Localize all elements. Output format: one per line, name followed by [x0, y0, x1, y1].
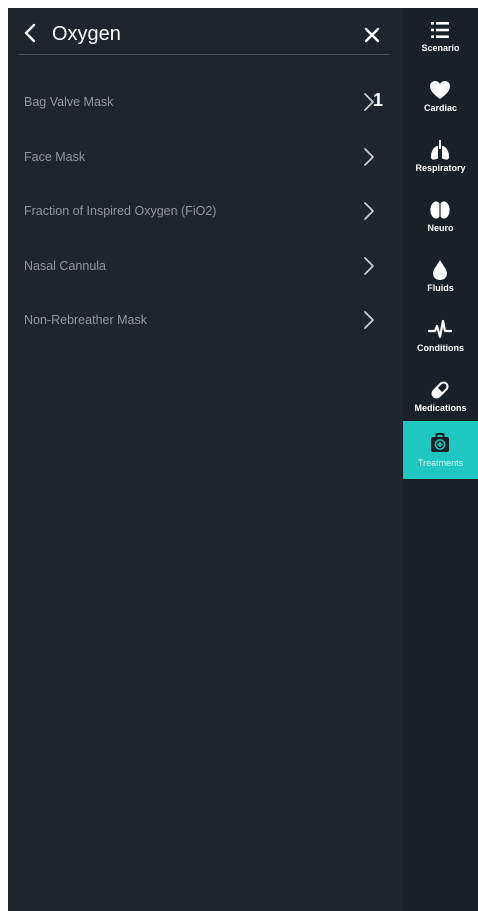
sidebar-item-medications[interactable]: Medications	[403, 370, 478, 428]
list-item-label: Face Mask	[24, 149, 86, 164]
sidebar-item-label: Treatments	[417, 458, 464, 468]
close-icon[interactable]	[363, 26, 381, 44]
list-item-label: Nasal Cannula	[24, 258, 106, 273]
chevron-right-icon	[364, 147, 374, 166]
sidebar-item-label: Medications	[414, 403, 467, 413]
oxygen-treatment-list: Bag Valve Mask Face Mask Fraction of Ins…	[8, 74, 403, 347]
list-item-bag-valve-mask[interactable]: Bag Valve Mask	[8, 74, 403, 129]
heart-icon	[430, 81, 450, 99]
sidebar-item-label: Respiratory	[415, 163, 466, 173]
sidebar-item-treatments[interactable]: Treatments	[403, 421, 478, 479]
sidebar-item-label: Fluids	[427, 283, 454, 293]
menu-list-icon	[431, 22, 449, 38]
list-item-non-rebreather-mask[interactable]: Non-Rebreather Mask	[8, 292, 403, 347]
droplet-icon	[433, 260, 447, 280]
header-divider	[18, 54, 390, 55]
sidebar-item-label: Conditions	[417, 343, 464, 353]
page-title: Oxygen	[52, 23, 121, 45]
list-item-face-mask[interactable]: Face Mask	[8, 129, 403, 184]
step-number-label: 1	[373, 90, 384, 110]
brain-icon	[430, 201, 450, 219]
sidebar-item-respiratory[interactable]: Respiratory	[403, 130, 478, 188]
treatment-panel: Oxygen Bag Valve Mask Face Mask Fraction…	[8, 8, 403, 911]
sidebar-item-cardiac[interactable]: Cardiac	[403, 70, 478, 128]
sidebar-item-label: Scenario	[421, 43, 460, 53]
sidebar-item-label: Neuro	[427, 223, 454, 233]
pulse-icon	[428, 319, 452, 339]
category-sidebar: Scenario Cardiac Respiratory Neuro Fluid…	[403, 8, 478, 911]
sidebar-item-fluids[interactable]: Fluids	[403, 250, 478, 308]
list-item-label: Bag Valve Mask	[24, 95, 114, 109]
app-frame: Oxygen Bag Valve Mask Face Mask Fraction…	[8, 8, 478, 911]
chevron-right-icon	[364, 202, 374, 220]
panel-header: Oxygen	[8, 8, 403, 56]
sidebar-item-conditions[interactable]: Conditions	[403, 310, 478, 368]
back-arrow-icon[interactable]	[20, 22, 42, 44]
lungs-icon	[431, 140, 449, 160]
sidebar-item-scenario[interactable]: Scenario	[403, 10, 478, 68]
list-item-label: Fraction of Inspired Oxygen (FiO2)	[24, 204, 217, 218]
sidebar-item-label: Cardiac	[423, 103, 458, 113]
chevron-right-icon	[364, 256, 374, 275]
list-item-nasal-cannula[interactable]: Nasal Cannula	[8, 238, 403, 293]
pill-icon	[431, 381, 449, 399]
medkit-icon	[431, 433, 449, 452]
chevron-right-icon	[364, 311, 374, 329]
sidebar-item-neuro[interactable]: Neuro	[403, 190, 478, 248]
list-item-label: Non-Rebreather Mask	[24, 313, 147, 327]
list-item-fio2[interactable]: Fraction of Inspired Oxygen (FiO2)	[8, 183, 403, 238]
